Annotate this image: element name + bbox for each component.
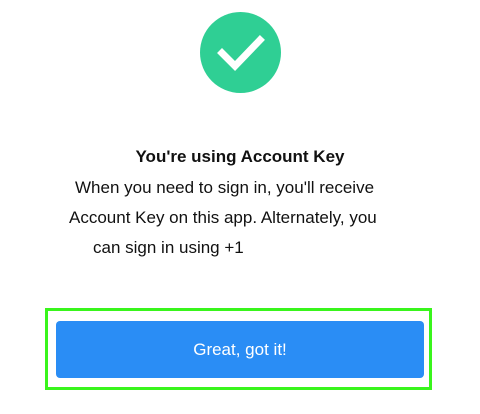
confirmation-message-line: Account Key on this app. Alternately, yo… (69, 208, 377, 227)
great-got-it-button[interactable]: Great, got it! (56, 321, 424, 378)
checkmark-icon (200, 12, 281, 93)
confirmation-message-line: can sign in using +1 (93, 238, 244, 257)
confirmation-title: You're using Account Key (135, 147, 345, 166)
confirmation-message-line: When you need to sign in, you'll receive (75, 178, 375, 197)
account-key-confirmation-screen: You're using Account Key When you need t… (0, 0, 480, 414)
